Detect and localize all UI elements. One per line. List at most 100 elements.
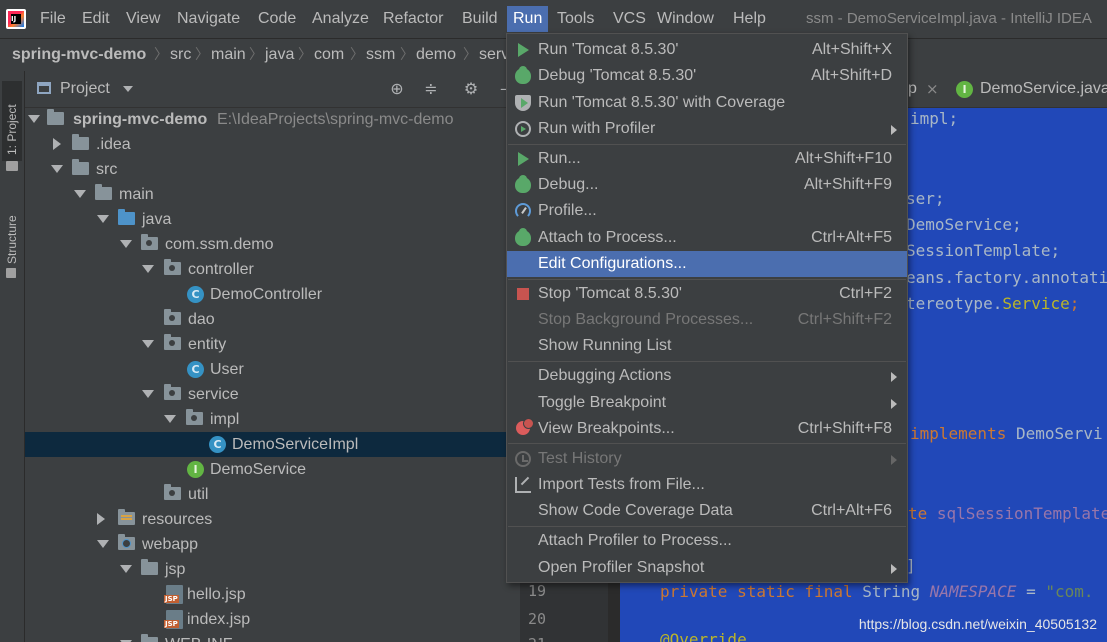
tree-item-web-inf[interactable]: WEB-INF: [25, 632, 520, 642]
expand-arrow-icon[interactable]: [142, 390, 154, 398]
menu-file[interactable]: File: [40, 8, 66, 30]
breadcrumb-item[interactable]: src: [170, 45, 191, 65]
tree-item-demoservice[interactable]: I DemoService: [25, 457, 520, 482]
menu-analyze[interactable]: Analyze: [312, 8, 369, 30]
collapse-arrow-icon[interactable]: [97, 513, 105, 525]
breadcrumb-item[interactable]: serv: [479, 45, 509, 65]
tab-project[interactable]: 1: Project: [2, 81, 22, 171]
gear-icon[interactable]: ⚙: [462, 80, 480, 98]
menu-item-run[interactable]: Run... Alt+Shift+F10: [507, 146, 907, 172]
tree-item-idea[interactable]: .idea: [25, 132, 520, 157]
menu-tools[interactable]: Tools: [557, 8, 594, 30]
tree-item-label: WEB-INF: [165, 634, 233, 642]
tree-item-jsp[interactable]: jsp: [25, 557, 520, 582]
tree-item-com-ssm-demo[interactable]: com.ssm.demo: [25, 232, 520, 257]
locate-icon[interactable]: ⊕: [388, 80, 406, 98]
menu-item-show-code-coverage[interactable]: Show Code Coverage Data Ctrl+Alt+F6: [507, 498, 907, 524]
menu-item-stop-background-processes[interactable]: Stop Background Processes... Ctrl+Shift+…: [507, 307, 907, 333]
menu-item-test-history[interactable]: Test History: [507, 446, 907, 472]
tree-item-index-jsp[interactable]: index.jsp: [25, 607, 520, 632]
menu-item-run-with-profiler[interactable]: Run with Profiler: [507, 116, 907, 142]
tree-item-src[interactable]: src: [25, 157, 520, 182]
breadcrumb-item[interactable]: com: [314, 45, 344, 65]
tree-item-impl[interactable]: impl: [25, 407, 520, 432]
tree-item-hello-jsp[interactable]: hello.jsp: [25, 582, 520, 607]
expand-arrow-icon[interactable]: [97, 540, 109, 548]
tree-item-demoserviceimpl[interactable]: C DemoServiceImpl: [25, 432, 520, 457]
expand-arrow-icon[interactable]: [120, 240, 132, 248]
run-icon: [518, 152, 529, 166]
menu-run[interactable]: Run: [507, 6, 549, 32]
tree-item-label: DemoController: [210, 286, 323, 303]
breadcrumb-item[interactable]: demo: [416, 45, 456, 65]
menu-item-debug[interactable]: Debug... Alt+Shift+F9: [507, 172, 907, 198]
menu-vcs[interactable]: VCS: [613, 8, 646, 30]
menu-navigate[interactable]: Navigate: [177, 8, 240, 30]
breadcrumb-item[interactable]: ssm: [366, 45, 395, 65]
menu-item-label: Test History: [538, 450, 622, 467]
menu-item-attach-to-process[interactable]: Attach to Process... Ctrl+Alt+F5: [507, 225, 907, 251]
menu-item-show-running-list[interactable]: Show Running List: [507, 333, 907, 359]
menu-item-label: Profile...: [538, 202, 597, 219]
menu-code[interactable]: Code: [258, 8, 296, 30]
chevron-down-icon[interactable]: [123, 86, 133, 92]
tree-item-label: src: [96, 161, 118, 178]
menu-item-toggle-breakpoint[interactable]: Toggle Breakpoint: [507, 390, 907, 416]
tree-item-main[interactable]: main: [25, 182, 520, 207]
menu-item-view-breakpoints[interactable]: View Breakpoints... Ctrl+Shift+F8: [507, 416, 907, 442]
menu-item-edit-configurations[interactable]: Edit Configurations...: [507, 251, 907, 277]
breadcrumb-item[interactable]: java: [265, 45, 294, 65]
tree-item-user[interactable]: C User: [25, 357, 520, 382]
menu-item-import-tests[interactable]: Import Tests from File...: [507, 472, 907, 498]
menu-item-debugging-actions[interactable]: Debugging Actions: [507, 363, 907, 389]
tree-item-webapp[interactable]: webapp: [25, 532, 520, 557]
tree-item-controller[interactable]: controller: [25, 257, 520, 282]
code-token: tereotype.: [906, 294, 1003, 313]
expand-arrow-icon[interactable]: [120, 565, 132, 573]
tab-demoservice[interactable]: DemoService.java: [980, 79, 1107, 99]
collapse-all-icon[interactable]: ≑: [422, 80, 440, 98]
expand-arrow-icon[interactable]: [164, 415, 176, 423]
line-number: 20: [527, 610, 546, 628]
collapse-arrow-icon[interactable]: [53, 138, 61, 150]
submenu-arrow-icon: [891, 372, 897, 382]
breadcrumb-item[interactable]: spring-mvc-demo: [12, 45, 146, 65]
menu-edit[interactable]: Edit: [82, 8, 110, 30]
tree-item-entity[interactable]: entity: [25, 332, 520, 357]
menu-item-debug-tomcat[interactable]: Debug 'Tomcat 8.5.30' Alt+Shift+D: [507, 63, 907, 89]
tab-demoserviceimpl[interactable]: p: [908, 79, 917, 99]
chevron-right-icon: 〉: [463, 47, 477, 63]
tab-structure[interactable]: Z: Structure: [2, 186, 22, 286]
code-token: private static final: [660, 582, 863, 601]
menu-item-stop-tomcat[interactable]: Stop 'Tomcat 8.5.30' Ctrl+F2: [507, 281, 907, 307]
menu-item-attach-profiler[interactable]: Attach Profiler to Process...: [507, 528, 907, 554]
package-icon: [164, 484, 181, 500]
expand-arrow-icon[interactable]: [142, 265, 154, 273]
menu-item-open-profiler-snapshot[interactable]: Open Profiler Snapshot: [507, 555, 907, 581]
menu-build[interactable]: Build: [462, 8, 498, 30]
menu-item-profile[interactable]: Profile...: [507, 198, 907, 224]
tree-item-resources[interactable]: resources: [25, 507, 520, 532]
menu-window[interactable]: Window: [657, 8, 714, 30]
tree-item-util[interactable]: util: [25, 482, 520, 507]
project-panel-title[interactable]: Project: [60, 79, 110, 99]
expand-arrow-icon[interactable]: [51, 165, 63, 173]
tree-item-democontroller[interactable]: C DemoController: [25, 282, 520, 307]
expand-arrow-icon[interactable]: [97, 215, 109, 223]
expand-arrow-icon[interactable]: [74, 190, 86, 198]
expand-arrow-icon[interactable]: [142, 340, 154, 348]
menu-refactor[interactable]: Refactor: [383, 8, 443, 30]
expand-arrow-icon[interactable]: [28, 115, 40, 123]
menu-item-run-with-coverage[interactable]: Run 'Tomcat 8.5.30' with Coverage: [507, 90, 907, 116]
tree-item-dao[interactable]: dao: [25, 307, 520, 332]
menu-separator: [508, 361, 906, 362]
menu-item-run-tomcat[interactable]: Run 'Tomcat 8.5.30' Alt+Shift+X: [507, 37, 907, 63]
tree-item-spring-mvc-demo[interactable]: spring-mvc-demo E:\IdeaProjects\spring-m…: [25, 107, 520, 132]
menu-item-label: Debug...: [538, 176, 599, 193]
menu-help[interactable]: Help: [733, 8, 766, 30]
close-icon[interactable]: ×: [926, 79, 939, 99]
tree-item-service[interactable]: service: [25, 382, 520, 407]
menu-view[interactable]: View: [126, 8, 160, 30]
breadcrumb-item[interactable]: main: [211, 45, 246, 65]
tree-item-java[interactable]: java: [25, 207, 520, 232]
